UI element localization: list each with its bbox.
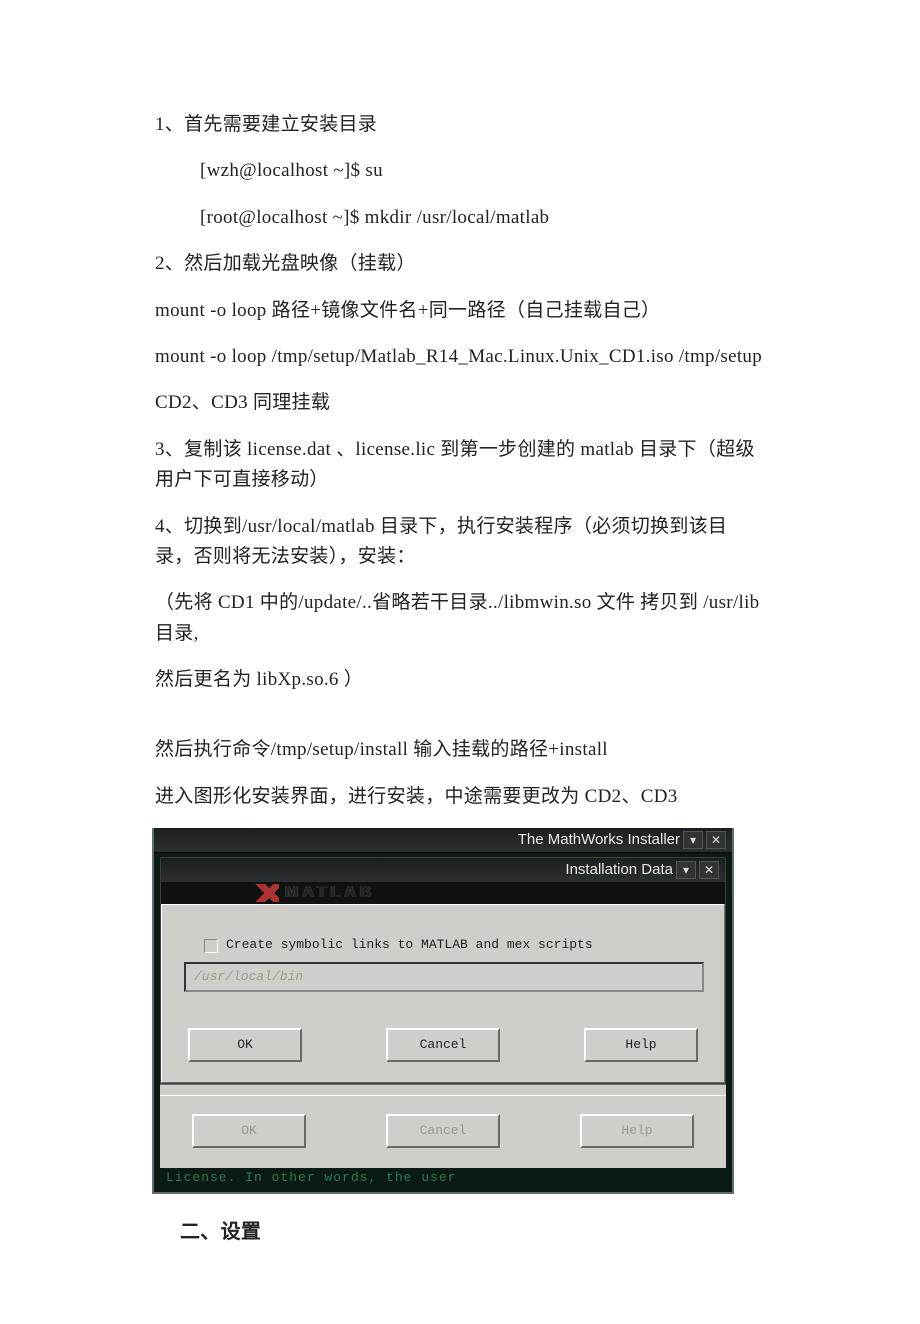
- lib-rename-note: 然后更名为 libXp.so.6 ）: [155, 665, 765, 695]
- inner-button-row: OK Cancel Help: [182, 1028, 704, 1062]
- matlab-banner-text: MATLAB: [285, 880, 375, 906]
- step-4: 4、切换到/usr/local/matlab 目录下，执行安装程序（必须切换到该…: [155, 512, 765, 573]
- cd23-note: CD2、CD3 同理挂载: [155, 388, 765, 418]
- outer-button-row: OK Cancel Help: [186, 1114, 700, 1148]
- terminal-text-fragment: License. In other words, the user: [160, 1168, 726, 1188]
- section-2-heading: 二、设置: [155, 1216, 765, 1248]
- inner-window: Installation Data ▾ ✕ MATLAB Create symb…: [160, 857, 726, 1084]
- install-cmd: 然后执行命令/tmp/setup/install 输入挂载的路径+install: [155, 735, 765, 765]
- ok-button[interactable]: OK: [188, 1028, 302, 1062]
- inner-window-title: Installation Data: [565, 858, 673, 882]
- cmd-mkdir: [root@localhost ~]$ mkdir /usr/local/mat…: [155, 203, 765, 233]
- inner-close-icon[interactable]: ✕: [699, 861, 719, 879]
- gui-note: 进入图形化安装界面，进行安装，中途需要更改为 CD2、CD3: [155, 782, 765, 812]
- symlink-checkbox-label: Create symbolic links to MATLAB and mex …: [226, 935, 593, 956]
- installation-data-panel: Create symbolic links to MATLAB and mex …: [161, 904, 725, 1083]
- outer-ok-button[interactable]: OK: [192, 1114, 306, 1148]
- checkbox-icon[interactable]: [204, 939, 218, 953]
- symlink-path-field[interactable]: /usr/local/bin: [184, 962, 704, 992]
- outer-help-button[interactable]: Help: [580, 1114, 694, 1148]
- help-button[interactable]: Help: [584, 1028, 698, 1062]
- close-icon[interactable]: ✕: [706, 831, 726, 849]
- inner-titlebar: Installation Data ▾ ✕: [161, 858, 725, 882]
- outer-window-title: The MathWorks Installer: [518, 828, 680, 852]
- symlink-checkbox-row[interactable]: Create symbolic links to MATLAB and mex …: [204, 935, 704, 956]
- outer-button-panel: OK Cancel Help: [160, 1095, 726, 1168]
- mount-pattern: mount -o loop 路径+镜像文件名+同一路径（自己挂载自己）: [155, 296, 765, 326]
- outer-cancel-button[interactable]: Cancel: [386, 1114, 500, 1148]
- document-page: 1、首先需要建立安装目录 [wzh@localhost ~]$ su [root…: [0, 0, 920, 1324]
- panel-divider: [160, 1084, 726, 1095]
- matlab-banner: MATLAB: [161, 882, 725, 904]
- step-3: 3、复制该 license.dat 、license.lic 到第一步创建的 m…: [155, 435, 765, 496]
- inner-minimize-icon[interactable]: ▾: [676, 861, 696, 879]
- step-2-heading: 2、然后加载光盘映像（挂载）: [155, 249, 765, 279]
- mount-example: mount -o loop /tmp/setup/Matlab_R14_Mac.…: [155, 342, 765, 372]
- installer-screenshot: The MathWorks Installer ▾ ✕ Installation…: [152, 828, 734, 1194]
- outer-titlebar: The MathWorks Installer ▾ ✕: [154, 828, 732, 853]
- lib-copy-note: （先将 CD1 中的/update/..省略若干目录../libmwin.so …: [155, 588, 765, 649]
- path-field-value: /usr/local/bin: [194, 967, 303, 988]
- cmd-su: [wzh@localhost ~]$ su: [155, 156, 765, 186]
- step-1-heading: 1、首先需要建立安装目录: [155, 110, 765, 140]
- minimize-icon[interactable]: ▾: [683, 831, 703, 849]
- matlab-logo-icon: [251, 884, 279, 902]
- cancel-button[interactable]: Cancel: [386, 1028, 500, 1062]
